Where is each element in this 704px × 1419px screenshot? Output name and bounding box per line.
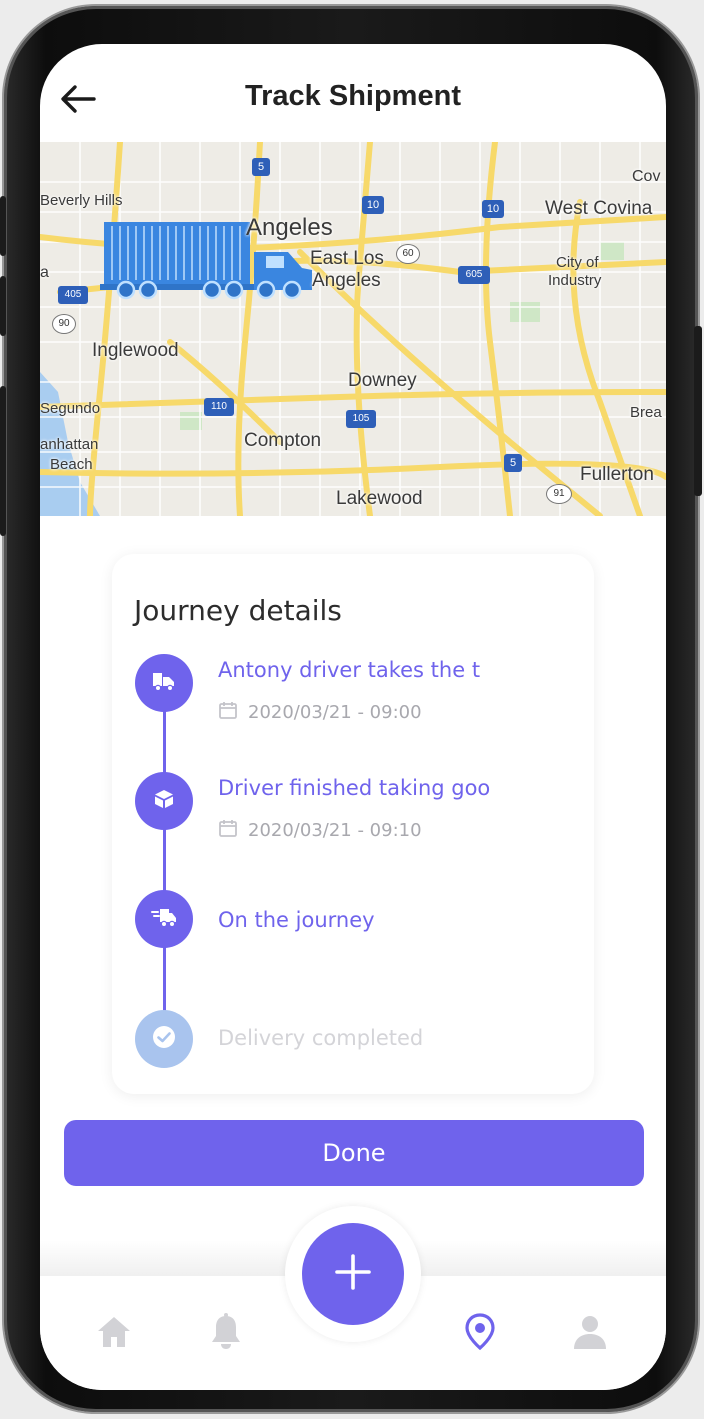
map-label-east-angeles: Angeles <box>312 270 381 291</box>
shield-405: 405 <box>58 286 88 304</box>
step-1-title: Antony driver takes the t <box>218 658 481 682</box>
shield-605: 605 <box>458 266 490 284</box>
map-label-lakewood: Lakewood <box>336 488 423 509</box>
shield-90: 90 <box>52 314 76 334</box>
shield-110: 110 <box>204 398 234 416</box>
shield-10-east: 10 <box>482 200 504 218</box>
step-2-title: Driver finished taking goo <box>218 776 491 800</box>
map-label-west-covina: West Covina <box>545 198 653 219</box>
map-label-manhattan: anhattan <box>40 436 99 453</box>
nav-profile[interactable] <box>568 1312 612 1356</box>
phone-frame: Track Shipment 5 10 10 405 605 110 105 5… <box>0 6 702 1412</box>
step-1-date: 2020/03/21 - 09:00 <box>218 700 422 725</box>
nav-home[interactable] <box>92 1312 136 1356</box>
journey-details-title: Journey details <box>134 594 342 627</box>
map-label-los-angeles: Angeles <box>246 214 333 241</box>
page-title: Track Shipment <box>245 80 461 112</box>
map-label-segundo: Segundo <box>40 400 101 417</box>
step-3-circle <box>135 890 193 948</box>
step-2-date-text: 2020/03/21 - 09:10 <box>248 820 422 841</box>
check-icon <box>152 1025 176 1053</box>
add-button[interactable] <box>302 1223 404 1325</box>
map-label-downey: Downey <box>348 370 417 391</box>
package-icon <box>153 788 175 814</box>
map-label-beach: Beach <box>50 456 93 473</box>
map-label-covina: Cov <box>632 168 661 185</box>
step-4-circle <box>135 1010 193 1068</box>
user-icon <box>571 1313 609 1355</box>
map-label-industry: Industry <box>548 272 602 289</box>
volume-down-button <box>0 276 6 336</box>
nav-notifications[interactable] <box>204 1312 248 1356</box>
step-3-title: On the journey <box>218 908 375 932</box>
shield-60: 60 <box>396 244 420 264</box>
calendar-icon <box>218 818 238 843</box>
map-label-brea: Brea <box>630 404 662 421</box>
timeline-line <box>163 684 166 1040</box>
shield-5-south: 5 <box>504 454 522 472</box>
journey-details-card: Journey details Antony driver takes the … <box>112 554 594 1094</box>
step-4-title: Delivery completed <box>218 1026 424 1050</box>
map-label-beverly-hills: Beverly Hills <box>40 192 123 209</box>
volume-up-button <box>0 196 6 256</box>
nav-location[interactable] <box>458 1312 502 1356</box>
shield-105: 105 <box>346 410 376 428</box>
home-icon <box>95 1314 133 1354</box>
map-label-inglewood: Inglewood <box>92 340 179 361</box>
truck-moving-icon <box>151 906 177 932</box>
map-label-compton: Compton <box>244 430 322 451</box>
step-1-date-text: 2020/03/21 - 09:00 <box>248 702 422 723</box>
bell-icon <box>209 1313 243 1355</box>
power-button <box>694 326 702 496</box>
truck-load-icon <box>151 670 177 696</box>
shield-5-north: 5 <box>252 158 270 176</box>
map-label-left-a: a <box>40 264 49 281</box>
step-2-circle <box>135 772 193 830</box>
mute-switch <box>0 386 6 536</box>
map-label-city-of: City of <box>556 254 599 271</box>
map-label-fullerton: Fullerton <box>580 464 654 485</box>
step-2-date: 2020/03/21 - 09:10 <box>218 818 422 843</box>
route-map[interactable]: 5 10 10 405 605 110 105 5 60 90 91 Bever… <box>40 142 666 516</box>
shield-91: 91 <box>546 484 572 504</box>
location-pin-icon <box>464 1313 496 1355</box>
done-button[interactable]: Done <box>64 1120 644 1186</box>
calendar-icon <box>218 700 238 725</box>
app-screen: Track Shipment 5 10 10 405 605 110 105 5… <box>40 44 666 1390</box>
step-1-circle <box>135 654 193 712</box>
shield-10-west: 10 <box>362 196 384 214</box>
map-label-east-los: East Los <box>310 248 384 269</box>
header: Track Shipment <box>40 44 666 142</box>
plus-icon <box>333 1252 373 1296</box>
